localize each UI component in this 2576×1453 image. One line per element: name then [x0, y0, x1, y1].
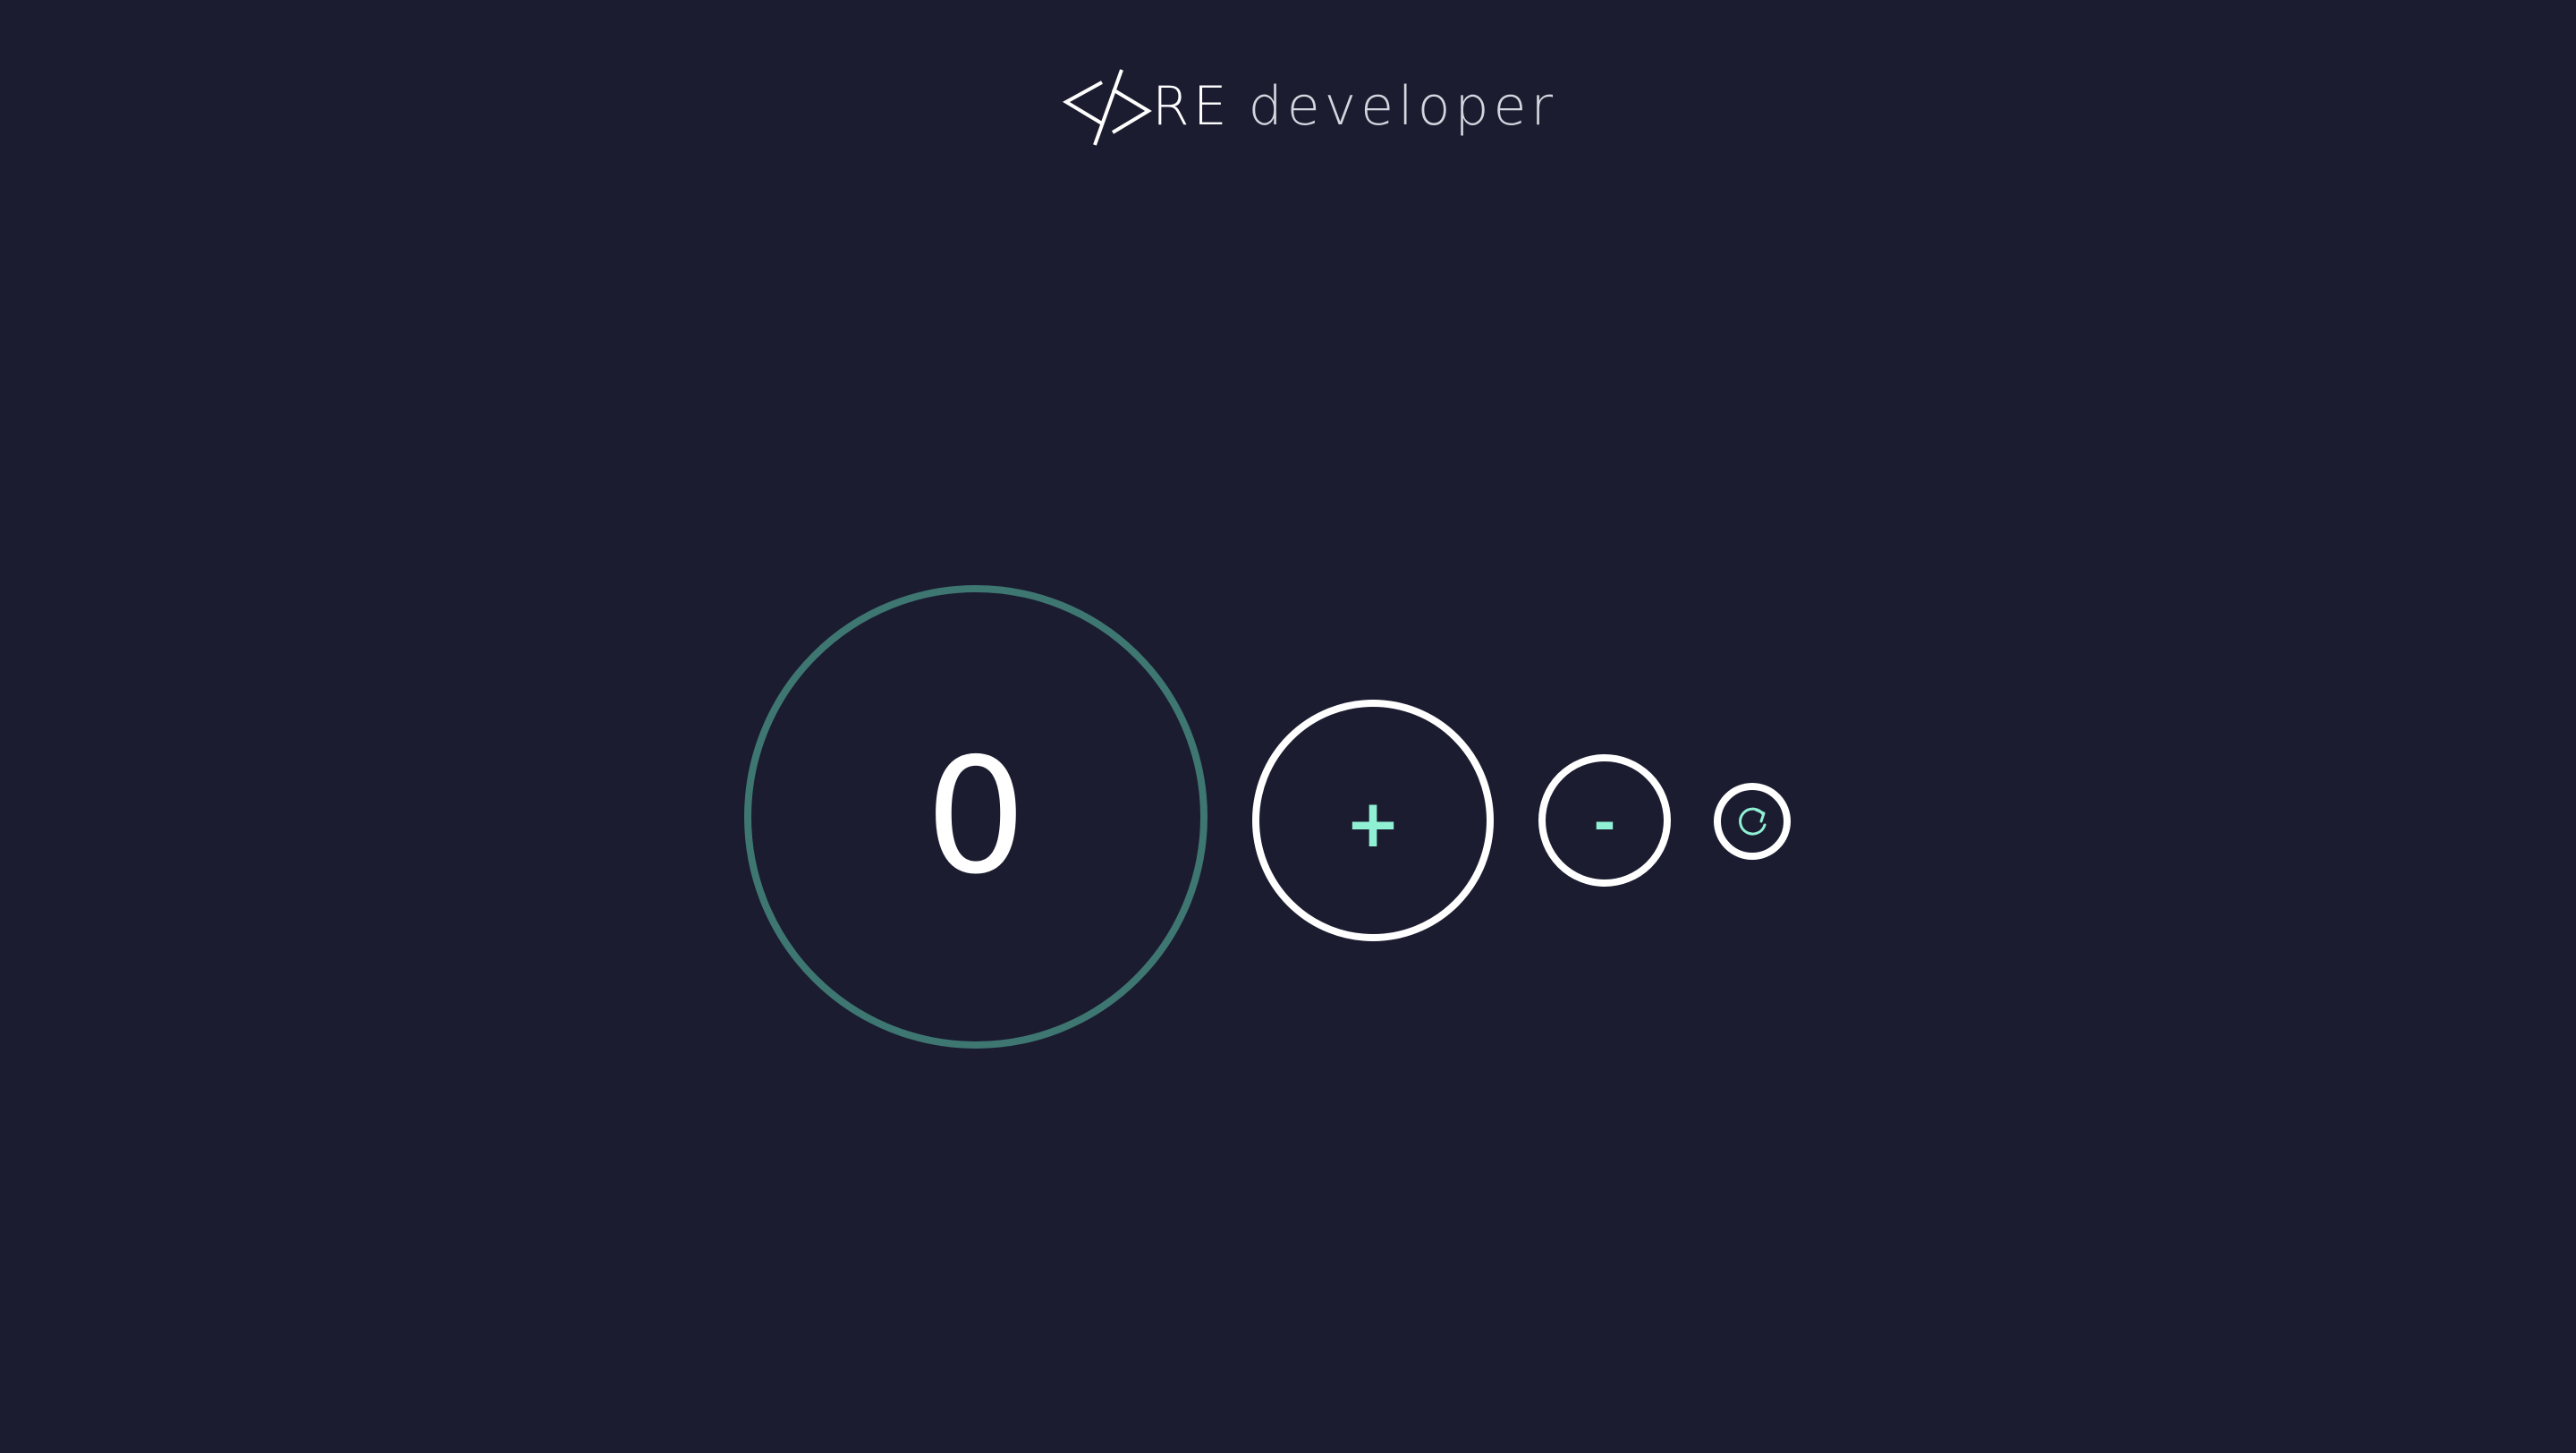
decrement-button[interactable]: - [1538, 754, 1671, 887]
increment-label: + [1344, 786, 1401, 862]
reset-button[interactable] [1714, 783, 1791, 860]
decrement-label: - [1593, 792, 1616, 854]
counter-value: 0 [925, 724, 1027, 909]
increment-button[interactable]: + [1252, 700, 1494, 941]
counter-widget: 0 + - [0, 0, 2576, 1453]
counter-display: 0 [744, 585, 1208, 1049]
refresh-icon [1739, 807, 1767, 836]
